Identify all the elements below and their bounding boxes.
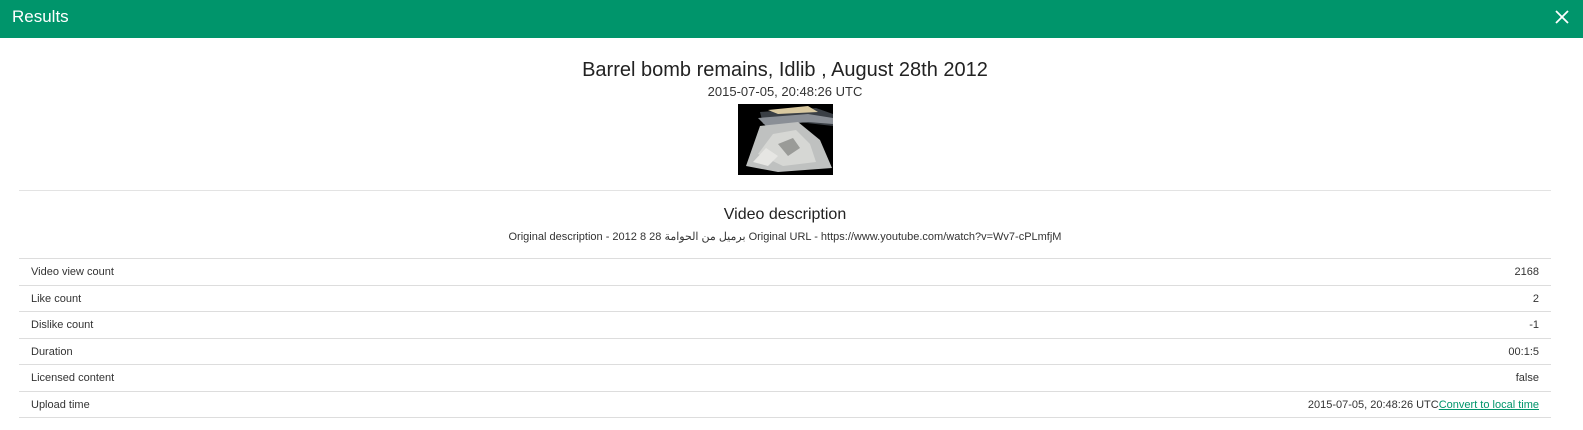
stat-label: Video view count: [31, 266, 114, 278]
stat-row-view-count: Video view count 2168: [19, 259, 1551, 286]
description-text: Original description - 2012 8 28 برميل م…: [508, 231, 1062, 243]
close-icon[interactable]: [1551, 6, 1573, 28]
stat-row-dislike-count: Dislike count -1: [19, 312, 1551, 339]
video-date: 2015-07-05, 20:48:26 UTC: [707, 84, 863, 99]
section-divider: [19, 190, 1551, 191]
upload-time-text: 2015-07-05, 20:48:26 UTC: [1307, 398, 1439, 411]
description-heading: Video description: [723, 206, 847, 223]
stat-value: 00:1:5: [1508, 345, 1539, 358]
stat-label: Duration: [31, 345, 73, 358]
stat-value: 2168: [1514, 266, 1539, 278]
stat-row-licensed-content: Licensed content false: [19, 365, 1551, 392]
stat-value: -1: [1529, 319, 1539, 331]
stat-row-duration: Duration 00:1:5: [19, 339, 1551, 365]
convert-local-time-link[interactable]: Convert to local time: [1439, 399, 1539, 411]
video-thumbnail-image: [738, 104, 833, 175]
results-header: Results: [0, 0, 1583, 38]
stat-row-like-count: Like count 2: [19, 286, 1551, 312]
video-title: Barrel bomb remains, Idlib , August 28th…: [582, 59, 988, 81]
stat-label: Upload time: [31, 398, 90, 411]
stat-value-upload-time: 2015-07-05, 20:48:26 UTCConvert to local…: [1308, 392, 1539, 418]
stat-label: Dislike count: [31, 319, 94, 331]
stat-label: Licensed content: [31, 372, 115, 384]
stat-label: Like count: [31, 292, 82, 305]
stat-row-upload-time: Upload time 2015-07-05, 20:48:26 UTCConv…: [19, 392, 1551, 418]
stats-table: Video view count 2168 Like count 2 Disli…: [19, 258, 1551, 418]
stat-value: false: [1515, 372, 1539, 384]
header-title: Results: [12, 7, 69, 26]
video-thumbnail[interactable]: [738, 104, 833, 175]
stat-value: 2: [1532, 292, 1539, 305]
